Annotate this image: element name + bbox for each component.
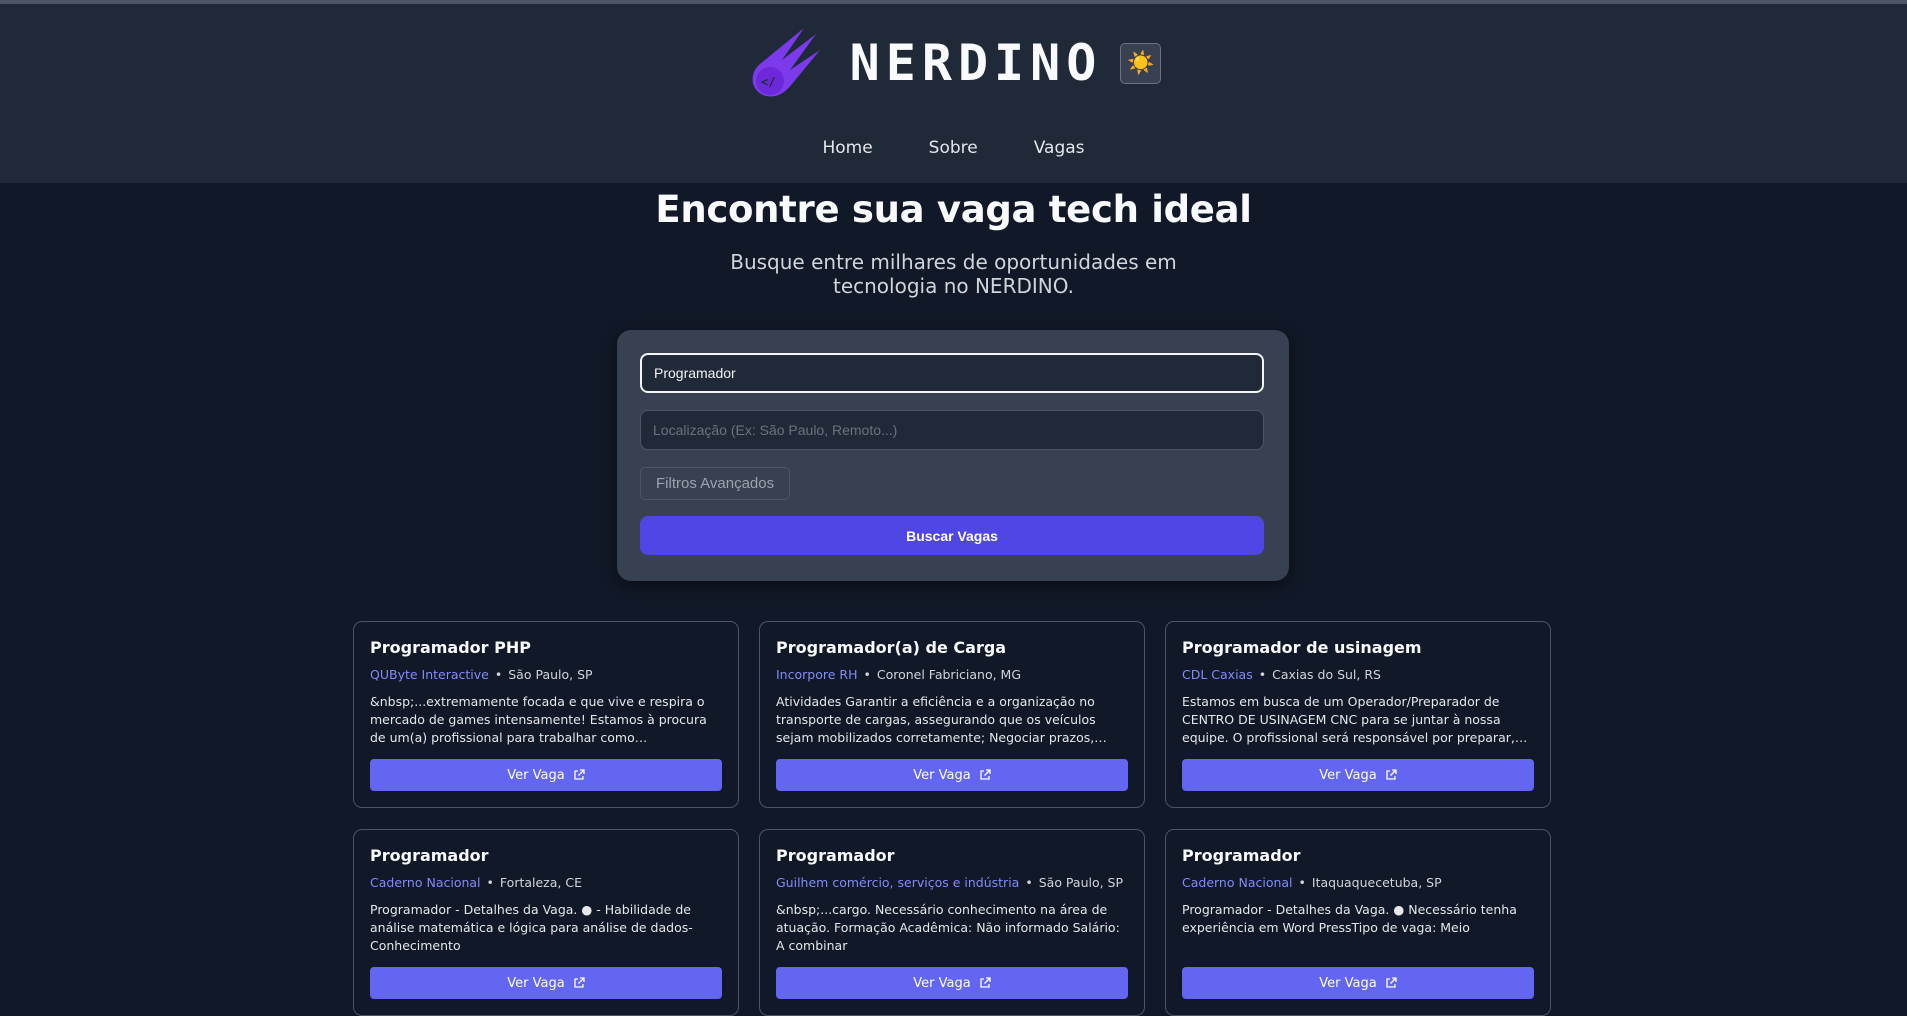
theme-toggle-button[interactable]: ☀️ <box>1120 42 1162 84</box>
view-job-label: Ver Vaga <box>507 767 565 783</box>
job-description: Atividades Garantir a eficiência e a org… <box>776 694 1096 745</box>
job-description: Programador - Detalhes da Vaga. ● - Habi… <box>370 902 693 953</box>
job-location: São Paulo, SP <box>508 667 593 682</box>
job-description: Estamos em busca de um Operador/Preparad… <box>1182 694 1515 745</box>
job-title[interactable]: Programador de usinagem <box>1182 638 1534 657</box>
view-job-label: Ver Vaga <box>913 975 971 991</box>
job-meta: Guilhem comércio, serviços e indústria • S… <box>776 875 1128 890</box>
job-meta: Caderno Nacional • Itaquaquecetuba, SP <box>1182 875 1534 890</box>
view-job-button[interactable]: Ver Vaga <box>370 759 722 791</box>
job-location: Caxias do Sul, RS <box>1272 667 1381 682</box>
job-title[interactable]: Programador <box>776 846 1128 865</box>
view-job-label: Ver Vaga <box>1319 975 1377 991</box>
main-nav: Home Sobre Vagas <box>0 134 1907 162</box>
view-job-button[interactable]: Ver Vaga <box>776 967 1128 999</box>
comet-code-logo-icon[interactable]: </ <box>746 26 824 100</box>
job-card: Programador Caderno Nacional • Itaquaquece… <box>1165 829 1551 1016</box>
view-job-label: Ver Vaga <box>913 767 971 783</box>
nav-vagas[interactable]: Vagas <box>1006 134 1113 162</box>
job-title[interactable]: Programador <box>370 846 722 865</box>
view-job-label: Ver Vaga <box>1319 767 1377 783</box>
job-company-link[interactable]: CDL Caxias <box>1182 667 1253 682</box>
separator-dot: • <box>1025 875 1033 890</box>
external-link-icon <box>980 977 991 988</box>
separator-dot: • <box>494 667 503 682</box>
job-location: Coronel Fabriciano, MG <box>876 667 1022 682</box>
external-link-icon <box>980 769 991 780</box>
job-title[interactable]: Programador(a) de Carga <box>776 638 1128 657</box>
job-title[interactable]: Programador PHP <box>370 638 722 657</box>
location-input[interactable] <box>640 410 1264 450</box>
job-company-link[interactable]: QUByte Interactive <box>370 667 489 682</box>
advanced-filters-button[interactable]: Filtros Avançados <box>640 467 791 500</box>
job-company-link[interactable]: Guilhem comércio, serviços e indústria <box>776 875 1019 890</box>
job-card: Programador de usinagem CDL Caxias • Caxia… <box>1165 621 1551 808</box>
external-link-icon <box>1386 769 1397 780</box>
job-description: Programador - Detalhes da Vaga. ● Necess… <box>1182 902 1517 935</box>
job-description: &nbsp;...cargo. Necessário conhecimento … <box>776 902 1120 953</box>
job-meta: QUByte Interactive • São Paulo, SP <box>370 667 722 682</box>
job-company-link[interactable]: Caderno Nacional <box>370 875 481 890</box>
job-title[interactable]: Programador <box>1182 846 1534 865</box>
external-link-icon <box>574 977 585 988</box>
job-location: São Paulo, SP <box>1038 875 1124 890</box>
job-card: Programador(a) de Carga Incorpore RH • Cor… <box>759 621 1145 808</box>
site-header: </ NERDINO ☀️ Home Sobre Vagas <box>0 4 1907 183</box>
job-location: Itaquaquecetuba, SP <box>1311 875 1442 890</box>
job-results-grid: Programador PHP QUByte Interactive • São P… <box>353 621 1552 1016</box>
job-card: Programador Caderno Nacional • Fortaleza, … <box>353 829 739 1016</box>
hero-subtitle: Busque entre milhares de oportunidades e… <box>730 250 1177 298</box>
separator-dot: • <box>863 667 871 682</box>
nav-sobre[interactable]: Sobre <box>901 134 1006 162</box>
view-job-button[interactable]: Ver Vaga <box>370 967 722 999</box>
job-search-input[interactable] <box>640 353 1264 393</box>
job-company-link[interactable]: Incorpore RH <box>776 667 857 682</box>
external-link-icon <box>1386 977 1397 988</box>
sun-icon: ☀️ <box>1127 50 1155 76</box>
view-job-label: Ver Vaga <box>507 975 565 991</box>
view-job-button[interactable]: Ver Vaga <box>1182 759 1534 791</box>
view-job-button[interactable]: Ver Vaga <box>776 759 1128 791</box>
job-meta: Incorpore RH • Coronel Fabriciano, MG <box>776 667 1128 682</box>
brand: </ NERDINO ☀️ <box>0 26 1907 100</box>
separator-dot: • <box>486 875 494 890</box>
job-description: &nbsp;...extremamente focada e que vive … <box>370 694 707 745</box>
separator-dot: • <box>1298 875 1306 890</box>
nav-home[interactable]: Home <box>794 134 900 162</box>
job-card: Programador PHP QUByte Interactive • São P… <box>353 621 739 808</box>
view-job-button[interactable]: Ver Vaga <box>1182 967 1534 999</box>
svg-text:</: </ <box>761 75 775 89</box>
hero-title: Encontre sua vaga tech ideal <box>655 188 1252 231</box>
job-card: Programador Guilhem comércio, serviços e… <box>759 829 1145 1016</box>
job-meta: CDL Caxias • Caxias do Sul, RS <box>1182 667 1534 682</box>
job-meta: Caderno Nacional • Fortaleza, CE <box>370 875 722 890</box>
search-panel: Filtros Avançados Buscar Vagas <box>617 330 1289 581</box>
separator-dot: • <box>1258 667 1267 682</box>
brand-name[interactable]: NERDINO <box>850 34 1103 92</box>
external-link-icon <box>574 769 585 780</box>
job-location: Fortaleza, CE <box>499 875 582 890</box>
hero: Encontre sua vaga tech ideal Busque entr… <box>0 188 1907 298</box>
search-jobs-button[interactable]: Buscar Vagas <box>640 516 1264 555</box>
job-company-link[interactable]: Caderno Nacional <box>1182 875 1293 890</box>
